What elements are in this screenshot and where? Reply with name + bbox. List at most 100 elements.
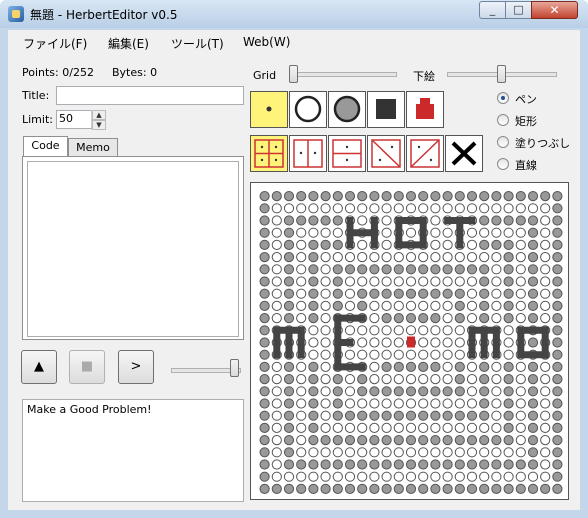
- board-cell[interactable]: [332, 410, 343, 421]
- board-cell[interactable]: [393, 398, 404, 409]
- board-cell[interactable]: [552, 447, 563, 458]
- board-cell[interactable]: [405, 447, 417, 458]
- board-cell[interactable]: [479, 435, 490, 446]
- board-cell[interactable]: [381, 191, 392, 202]
- board-cell[interactable]: [430, 447, 441, 458]
- board-cell[interactable]: [369, 191, 380, 202]
- board-cell[interactable]: [283, 227, 295, 238]
- board-cell[interactable]: [405, 227, 417, 238]
- board-cell[interactable]: [296, 435, 307, 446]
- board-cell[interactable]: [357, 447, 368, 458]
- board-cell[interactable]: [527, 300, 539, 312]
- board-cell[interactable]: [479, 471, 490, 482]
- board-cell[interactable]: [357, 422, 368, 433]
- board-cell[interactable]: [405, 459, 417, 470]
- board-cell[interactable]: [296, 300, 307, 312]
- board-cell[interactable]: [491, 252, 502, 263]
- board-cell[interactable]: [259, 215, 270, 226]
- board-cell[interactable]: [503, 325, 514, 336]
- board-cell[interactable]: [466, 483, 478, 494]
- board-cell[interactable]: [320, 386, 331, 397]
- board-cell[interactable]: [418, 288, 429, 299]
- board-cell[interactable]: [430, 191, 441, 202]
- board-cell[interactable]: [479, 191, 490, 202]
- board-cell[interactable]: [454, 374, 465, 385]
- board-cell[interactable]: [283, 410, 295, 421]
- board-cell[interactable]: [527, 203, 539, 214]
- board-cell[interactable]: [527, 483, 539, 494]
- board-cell[interactable]: [283, 398, 295, 409]
- board-cell[interactable]: [479, 264, 490, 275]
- board-cell[interactable]: [527, 191, 539, 202]
- board-cell[interactable]: [527, 435, 539, 446]
- board-cell[interactable]: [381, 349, 392, 360]
- board-cell[interactable]: [479, 386, 490, 397]
- board-cell[interactable]: [357, 483, 368, 494]
- board-cell[interactable]: [344, 191, 356, 202]
- board-cell[interactable]: [491, 288, 502, 299]
- board-cell[interactable]: [430, 361, 441, 372]
- board-cell[interactable]: [430, 300, 441, 312]
- board-cell[interactable]: [540, 227, 551, 238]
- tool-flip-horizontal-button[interactable]: [289, 135, 327, 172]
- board-cell[interactable]: [503, 264, 514, 275]
- board-cell[interactable]: [283, 447, 295, 458]
- board-cell[interactable]: [430, 386, 441, 397]
- board-cell[interactable]: [552, 422, 563, 433]
- board-cell[interactable]: [442, 191, 453, 202]
- board-cell[interactable]: [320, 374, 331, 385]
- board-cell[interactable]: [552, 471, 563, 482]
- board-cell[interactable]: [442, 203, 453, 214]
- board-cell[interactable]: [442, 239, 453, 251]
- board-cell[interactable]: [479, 203, 490, 214]
- grid-slider-track[interactable]: [289, 72, 397, 77]
- board-cell[interactable]: [454, 288, 465, 299]
- board-cell[interactable]: [442, 325, 453, 336]
- board-cell[interactable]: [442, 471, 453, 482]
- board-cell[interactable]: [332, 252, 343, 263]
- board-cell[interactable]: [357, 264, 368, 275]
- board-cell[interactable]: [393, 337, 404, 348]
- board-cell[interactable]: [479, 410, 490, 421]
- board-cell[interactable]: [381, 325, 392, 336]
- board-cell[interactable]: [271, 300, 282, 312]
- board-cell[interactable]: [418, 191, 429, 202]
- board-cell[interactable]: [344, 471, 356, 482]
- board-cell[interactable]: [479, 276, 490, 287]
- board-cell[interactable]: [405, 313, 417, 324]
- board-cell[interactable]: [418, 374, 429, 385]
- board-cell[interactable]: [381, 483, 392, 494]
- board-cell[interactable]: [491, 215, 502, 226]
- board-cell[interactable]: [515, 422, 526, 433]
- board-cell[interactable]: [430, 483, 441, 494]
- board-cell[interactable]: [283, 288, 295, 299]
- board-cell[interactable]: [393, 410, 404, 421]
- board-cell[interactable]: [430, 471, 441, 482]
- board-cell[interactable]: [283, 471, 295, 482]
- board-cell[interactable]: [344, 386, 356, 397]
- board-cell[interactable]: [308, 325, 319, 336]
- board-cell[interactable]: [357, 215, 368, 226]
- board-cell[interactable]: [405, 374, 417, 385]
- board-cell[interactable]: [271, 276, 282, 287]
- board-cell[interactable]: [552, 325, 563, 336]
- board-cell[interactable]: [552, 313, 563, 324]
- board-cell[interactable]: [491, 313, 502, 324]
- board-cell[interactable]: [357, 398, 368, 409]
- board-cell[interactable]: [320, 349, 331, 360]
- board-cell[interactable]: [283, 374, 295, 385]
- board-cell[interactable]: [552, 361, 563, 372]
- stepper-up-icon[interactable]: ▲: [92, 110, 106, 120]
- board-cell[interactable]: [271, 422, 282, 433]
- board-cell[interactable]: [332, 398, 343, 409]
- tool-robot-red-button[interactable]: [406, 91, 444, 128]
- board-cell[interactable]: [418, 386, 429, 397]
- board-cell[interactable]: [381, 300, 392, 312]
- board-cell[interactable]: [503, 288, 514, 299]
- board-cell[interactable]: [466, 374, 478, 385]
- board-cell[interactable]: [418, 276, 429, 287]
- board-cell[interactable]: [503, 435, 514, 446]
- board-cell[interactable]: [259, 386, 270, 397]
- board-cell[interactable]: [552, 191, 563, 202]
- board-cell[interactable]: [308, 239, 319, 251]
